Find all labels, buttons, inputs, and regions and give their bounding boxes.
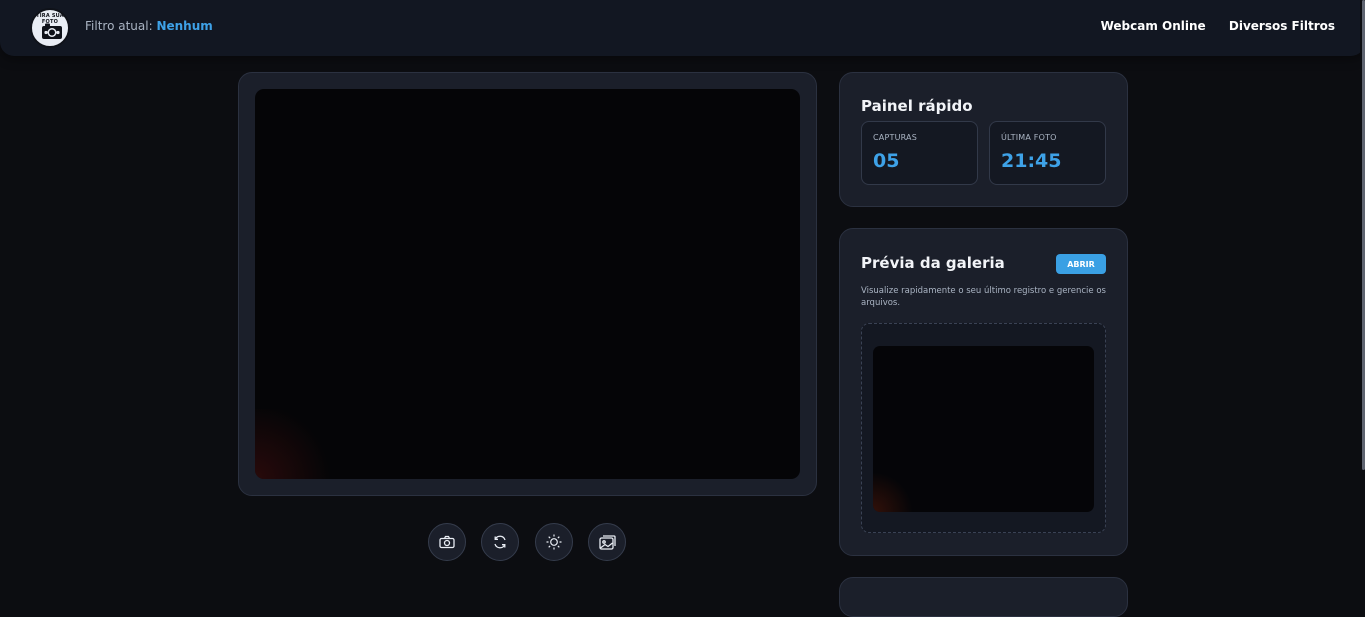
stat-last-photo: ÚLTIMA FOTO 21:45 [989, 121, 1106, 185]
capture-button[interactable] [428, 523, 466, 561]
nav-diversos-filtros[interactable]: Diversos Filtros [1229, 19, 1335, 33]
webcam-preview-glow [255, 409, 335, 479]
camera-logo-icon [42, 23, 62, 39]
camera-icon [439, 535, 455, 549]
top-bar: TIRA SUA FOTO Filtro atual: Nenhum Webca… [0, 0, 1365, 56]
brightness-icon [546, 534, 562, 550]
gallery-description: Visualize rapidamente o seu último regis… [861, 286, 1106, 308]
last-photo-thumbnail[interactable] [873, 346, 1094, 512]
current-filter-value: Nenhum [156, 19, 213, 33]
gallery-preview-frame [861, 323, 1106, 533]
switch-camera-button[interactable] [481, 523, 519, 561]
next-card [839, 577, 1128, 617]
gallery-icon [598, 534, 616, 550]
main-nav: Webcam Online Diversos Filtros [1082, 19, 1335, 33]
gallery-button[interactable] [588, 523, 626, 561]
open-gallery-button[interactable]: ABRIR [1056, 254, 1106, 274]
brand-logo[interactable]: TIRA SUA FOTO [30, 8, 70, 48]
quick-panel-title: Painel rápido [861, 97, 973, 115]
refresh-icon [494, 535, 506, 549]
current-filter: Filtro atual: Nenhum [85, 19, 213, 33]
stat-captures: CAPTURAS 05 [861, 121, 978, 185]
gallery-preview-card: Prévia da galeria ABRIR Visualize rapida… [839, 228, 1128, 556]
brightness-button[interactable] [535, 523, 573, 561]
stat-captures-label: CAPTURAS [873, 133, 918, 142]
stat-last-photo-label: ÚLTIMA FOTO [1001, 133, 1057, 142]
page-scrollbar[interactable] [1360, 0, 1365, 602]
webcam-preview[interactable] [255, 89, 800, 479]
gallery-title: Prévia da galeria [861, 254, 1005, 272]
current-filter-label: Filtro atual: [85, 19, 153, 33]
camera-card [238, 72, 817, 496]
quick-panel-card: Painel rápido CAPTURAS 05 ÚLTIMA FOTO 21… [839, 72, 1128, 207]
last-photo-thumbnail-glow [873, 472, 913, 512]
stat-captures-value: 05 [873, 150, 900, 172]
nav-webcam-online[interactable]: Webcam Online [1101, 19, 1206, 33]
stat-last-photo-value: 21:45 [1001, 150, 1062, 172]
